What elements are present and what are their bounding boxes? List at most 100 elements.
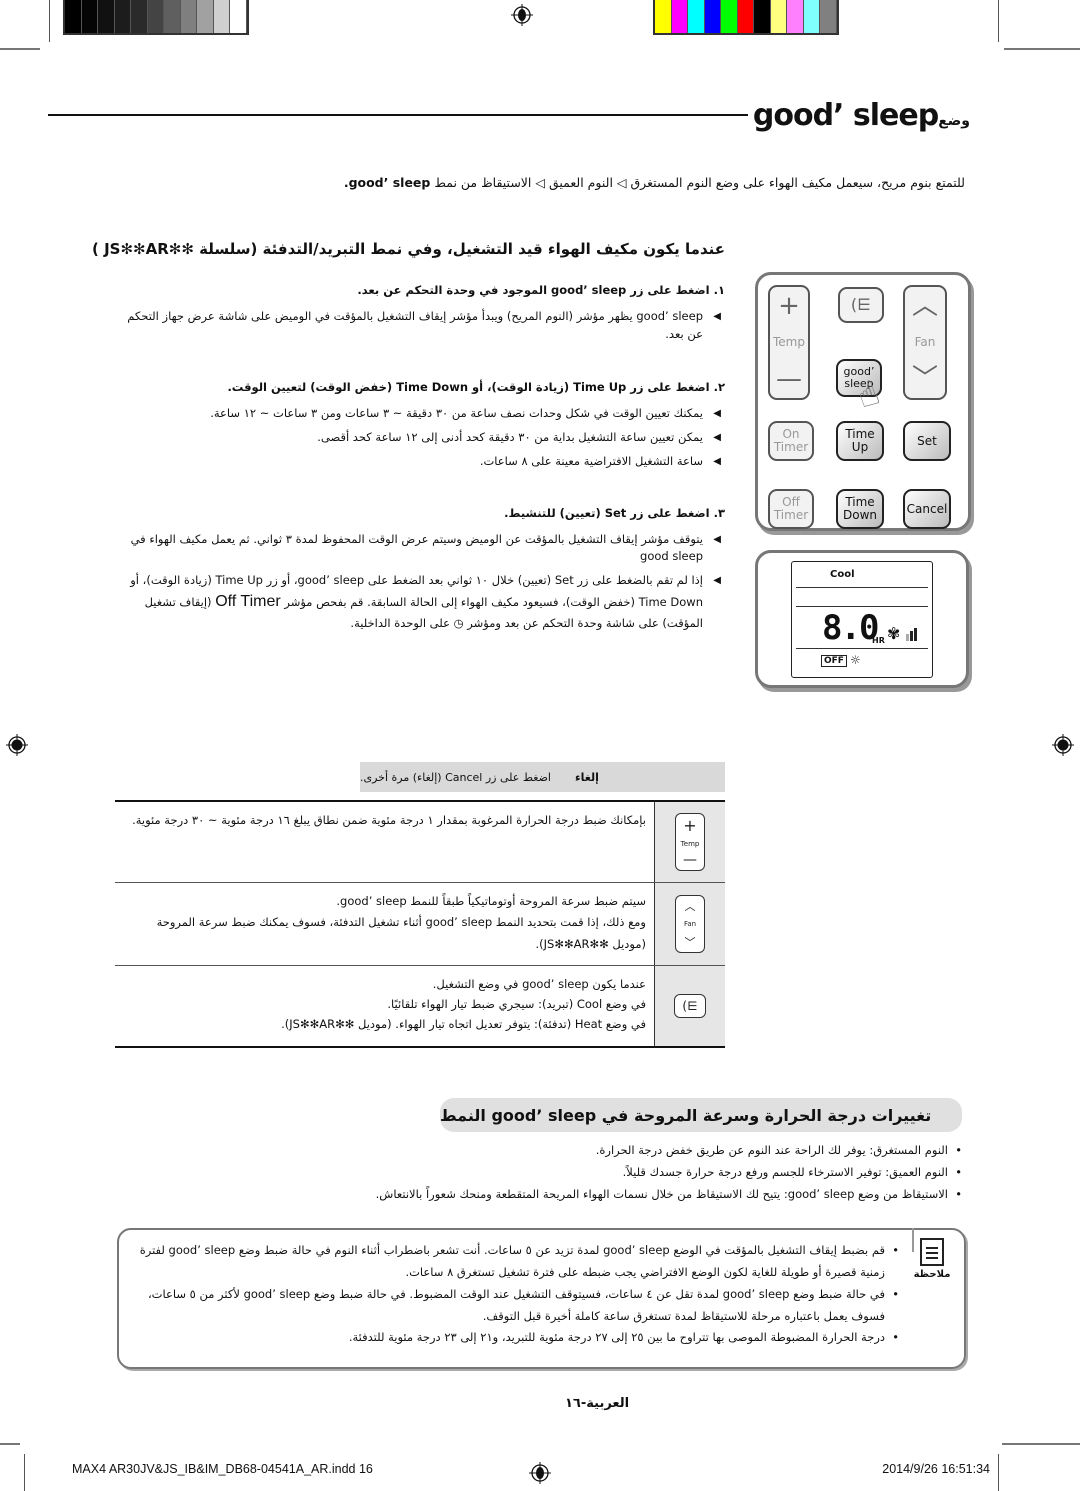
page-title: good’ sleepوضع xyxy=(752,98,971,133)
fan-level-bars xyxy=(906,628,917,641)
color-swatch xyxy=(164,0,181,33)
fan-level-bar xyxy=(914,628,917,641)
note-item: في حالة ضبط وضع good’ sleep لمدة تقل عن … xyxy=(139,1284,899,1328)
color-swatch xyxy=(213,0,230,33)
lead-heading: عندما يكون مكيف الهواء قيد التشغيل، وفي … xyxy=(92,240,725,258)
chevron-down-icon: ﹀ xyxy=(911,364,938,394)
color-swatch xyxy=(131,0,148,33)
good-sleep-indicator-icon: ☼ xyxy=(850,653,861,667)
steps: ١. اضغط على زر good’ sleep الموجود في وح… xyxy=(125,282,725,639)
lcd-timer-value: 8.0 xyxy=(822,608,879,648)
document-icon xyxy=(920,1238,944,1266)
table-row: ︿ Fan ﹀ سيتم ضبط سرعة المروحة أوتوماتيكياً… xyxy=(115,883,725,966)
color-swatch xyxy=(197,0,214,33)
step-1: ١. اضغط على زر good’ sleep الموجود في وح… xyxy=(125,282,725,343)
on-timer-button[interactable]: On Timer xyxy=(768,421,814,461)
airflow-button[interactable]: (⋿ xyxy=(838,287,884,323)
step-3: ٣. اضغط على زر Set (تعيين) للتنشيط. ◀ يتو… xyxy=(125,505,725,633)
color-swatch xyxy=(81,0,98,33)
color-swatch xyxy=(721,0,738,33)
off-timer-button[interactable]: Off Timer xyxy=(768,489,814,529)
fan-button-icon: ︿ Fan ﹀ xyxy=(675,895,705,953)
registration-mark-icon xyxy=(6,734,28,756)
temp-button-icon: + Temp — xyxy=(675,813,705,871)
color-swatch xyxy=(655,0,672,33)
page-title-en: good’ sleep xyxy=(752,98,939,133)
page-title-ar: وضع xyxy=(938,113,971,129)
step-bullet: ◀ يمكن تعيين ساعة التشغيل بداية من ٣٠ دقي… xyxy=(317,430,721,445)
triangle-bullet-icon: ◀ xyxy=(713,455,721,467)
time-down-button[interactable]: Time Down xyxy=(836,489,884,529)
crop-mark xyxy=(1002,1443,1080,1445)
step-bullet: ◀ good’ sleep يظهر مؤشر (النوم المريح) وي… xyxy=(127,308,721,341)
page-number: العربية-١٦ xyxy=(565,1396,630,1411)
crop-mark xyxy=(24,1454,25,1491)
crop-mark xyxy=(1004,48,1080,50)
color-swatch xyxy=(820,0,837,33)
fan-level-bar xyxy=(910,631,913,641)
temp-button[interactable]: + Temp — xyxy=(768,285,810,400)
airflow-icon: (⋿ xyxy=(850,294,872,314)
triangle-bullet-icon: ◀ xyxy=(713,575,721,587)
note-item: قم بضبط إيقاف التشغيل بالمؤقت في الوضع g… xyxy=(139,1240,899,1284)
color-swatch-bar xyxy=(653,0,839,35)
color-swatch xyxy=(770,0,787,33)
cancel-text: اضغط على زر Cancel (إلغاء) مرة أخرى. xyxy=(360,770,551,784)
grayscale-swatch-bar xyxy=(63,0,249,35)
registration-mark-icon xyxy=(511,4,533,26)
remote-display-illustration: Cool 8.0 HR ✾ OFF ☼ xyxy=(755,550,969,688)
remote-control-illustration: + Temp — (⋿ ︿ Fan ﹀ good’ sleep ☝ On Tim… xyxy=(755,272,971,531)
lcd-screen: Cool 8.0 HR ✾ OFF ☼ xyxy=(791,561,933,678)
crop-mark xyxy=(49,0,50,42)
set-button[interactable]: Set xyxy=(903,421,951,461)
color-swatch xyxy=(147,0,164,33)
triangle-bullet-icon: ◀ xyxy=(713,310,721,322)
color-swatch xyxy=(803,0,820,33)
lcd-mode: Cool xyxy=(830,569,855,580)
triangle-bullet-icon: ◀ xyxy=(713,432,721,444)
list-item: النوم المستغرق: يوفر لك الراحة عند النوم… xyxy=(202,1140,962,1162)
note-box: ملاحظة قم بضبط إيقاف التشغيل بالمؤقت في … xyxy=(117,1228,966,1369)
crop-mark xyxy=(0,1443,20,1445)
intro-paragraph: للتمتع بنوم مريح، سيعمل مكيف الهواء على … xyxy=(343,175,965,190)
color-swatch xyxy=(114,0,131,33)
section-list: النوم المستغرق: يوفر لك الراحة عند النوم… xyxy=(202,1140,962,1206)
step-bullet: ◀ يتوقف مؤشر إيقاف التشغيل بالمؤقت عن الو… xyxy=(130,531,721,564)
step-2: ٢. اضغط على زر Time Up (زيادة الوقت)، أو… xyxy=(125,379,725,470)
step-bullet: ◀ ساعة التشغيل الافتراضية معينة على ٨ ساع… xyxy=(479,453,721,468)
color-swatch xyxy=(98,0,115,33)
lcd-off-badge: OFF xyxy=(821,655,847,667)
crop-mark xyxy=(0,48,40,50)
list-item: النوم العميق: توفير الاسترخاء للجسم ورفع… xyxy=(202,1162,962,1184)
color-swatch xyxy=(65,0,82,33)
fan-level-bar xyxy=(906,634,909,641)
color-swatch xyxy=(671,0,688,33)
step-bullet: ◀ يمكنك تعيين الوقت في شكل وحدات نصف ساعة… xyxy=(210,406,721,421)
color-swatch xyxy=(688,0,705,33)
cancel-button[interactable]: Cancel xyxy=(903,489,951,529)
section-title: تغييرات درجة الحرارة وسرعة المروحة في go… xyxy=(440,1098,962,1132)
lcd-unit: HR xyxy=(872,636,885,645)
color-swatch xyxy=(180,0,197,33)
chevron-up-icon: ︿ xyxy=(911,291,938,321)
title-rule xyxy=(48,114,748,116)
color-swatch xyxy=(754,0,771,33)
color-swatch xyxy=(230,0,247,33)
footer-timestamp: 2014/9/26 16:51:34 xyxy=(882,1462,990,1476)
table-row: + Temp — بإمكانك ضبط درجة الحرارة المرغوبة… xyxy=(115,802,725,883)
button-function-table: + Temp — بإمكانك ضبط درجة الحرارة المرغوبة… xyxy=(115,800,725,1048)
crop-mark xyxy=(998,0,999,42)
airflow-button-icon: (⋿ xyxy=(674,994,706,1018)
cancel-instruction-bar: إلغاء اضغط على زر Cancel (إلغاء) مرة أخر… xyxy=(360,762,725,792)
fan-button[interactable]: ︿ Fan ﹀ xyxy=(903,285,947,400)
triangle-bullet-icon: ◀ xyxy=(713,533,721,545)
note-icon: ملاحظة xyxy=(912,1238,952,1280)
fan-icon: ✾ xyxy=(887,624,901,643)
registration-mark-icon xyxy=(529,1462,551,1484)
time-up-button[interactable]: Time Up xyxy=(836,421,884,461)
color-swatch xyxy=(737,0,754,33)
color-swatch xyxy=(787,0,804,33)
note-item: درجة الحرارة المضبوطة الموصى بها تتراوح … xyxy=(139,1327,899,1349)
step-bullet: ◀ إذا لم تقم بالضغط على زر Set (تعيين) خل… xyxy=(130,573,721,630)
list-item: الاستيقاظ من وضع good’ sleep: يتيح لك ال… xyxy=(202,1184,962,1206)
